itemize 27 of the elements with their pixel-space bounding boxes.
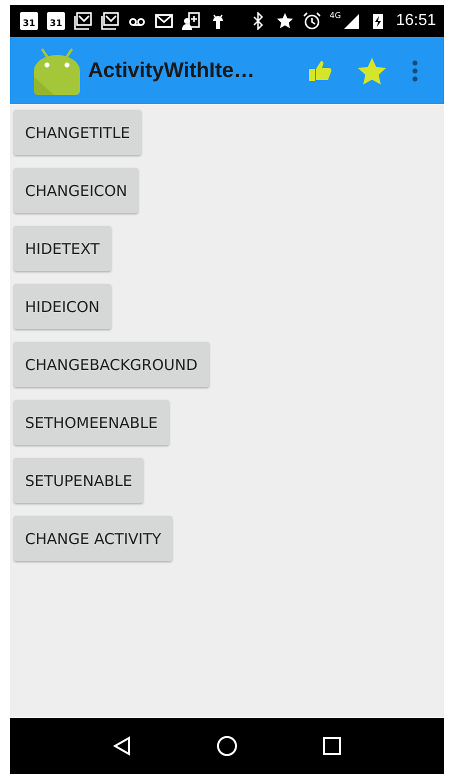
calendar-icon: 31 [47,12,65,30]
back-button[interactable] [112,736,132,756]
clock-time: 16:51 [396,12,436,30]
mail-icon [74,12,92,30]
action-button[interactable]: SETHOMEENABLE [14,400,169,445]
home-button[interactable] [216,735,238,757]
action-button[interactable]: SETUPENABLE [14,458,144,503]
action-button[interactable]: CHANGE ACTIVITY [14,516,172,561]
action-button[interactable]: HIDETEXT [14,226,111,271]
action-button[interactable]: CHANGEICON [14,168,138,213]
android-logo-icon [32,46,82,94]
action-button[interactable]: CHANGETITLE [14,110,141,155]
network-label: 4G [330,11,341,20]
alarm-icon [302,12,321,30]
mail-icon [155,12,173,30]
action-button[interactable]: CHANGEBACKGROUND [14,342,209,387]
signal-icon [342,12,360,30]
star-icon [276,12,294,30]
star-icon [356,56,388,86]
app-title: ActivityWithIte… [88,58,256,82]
calendar-icon: 31 [20,12,38,30]
thumbs-up-icon [308,60,332,82]
person-add-icon [182,12,200,30]
action-button[interactable]: HIDEICON [14,284,111,329]
recents-button[interactable] [322,736,342,756]
mail-icon [101,12,119,30]
more-icon [412,60,418,82]
